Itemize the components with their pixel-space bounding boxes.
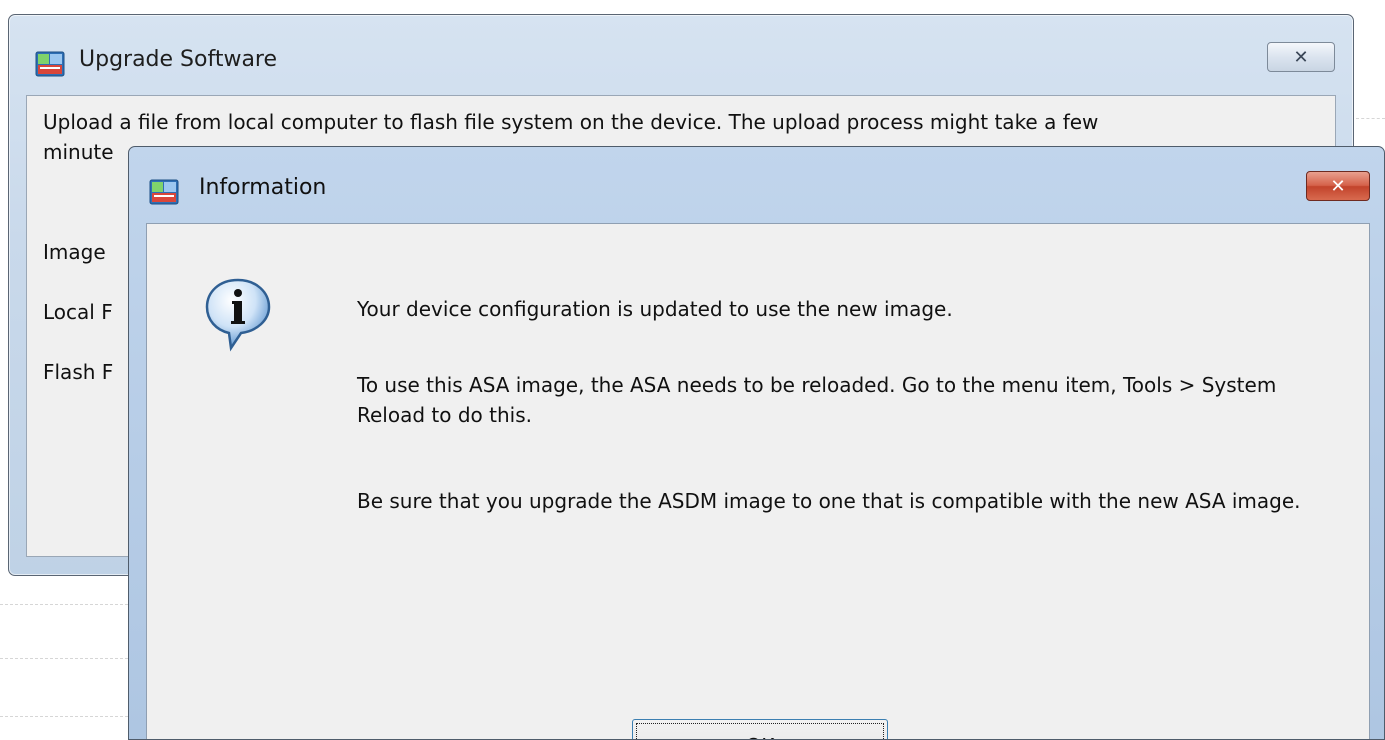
flash-file-label: Flash F [43, 360, 114, 384]
info-icon [203, 276, 273, 356]
close-button[interactable]: ✕ [1306, 171, 1370, 201]
message-text: Be sure that you upgrade the ASDM image … [357, 489, 1301, 513]
close-icon: ✕ [1330, 175, 1346, 197]
description-text: Upload a file from local computer to fla… [43, 110, 1099, 134]
app-icon [35, 51, 65, 81]
background-divider [1356, 118, 1385, 119]
description-text: minute [43, 140, 114, 164]
window-title: Upgrade Software [79, 47, 278, 72]
ok-button[interactable]: OK [632, 719, 888, 739]
background-divider [0, 658, 128, 659]
background-divider [0, 716, 128, 717]
ok-button-label: OK [746, 734, 775, 739]
close-button[interactable]: ✕ [1267, 42, 1335, 72]
dialog-title: Information [199, 175, 327, 200]
close-icon: ✕ [1293, 46, 1309, 68]
message-text: Your device configuration is updated to … [357, 297, 953, 321]
information-dialog: Information ✕ Your device configuration … [128, 146, 1385, 740]
background-divider [0, 604, 128, 605]
local-file-label: Local F [43, 300, 113, 324]
image-label: Image [43, 240, 106, 264]
app-icon [149, 179, 179, 209]
dialog-content: Your device configuration is updated to … [146, 223, 1370, 739]
message-text: To use this ASA image, the ASA needs to … [357, 373, 1277, 427]
